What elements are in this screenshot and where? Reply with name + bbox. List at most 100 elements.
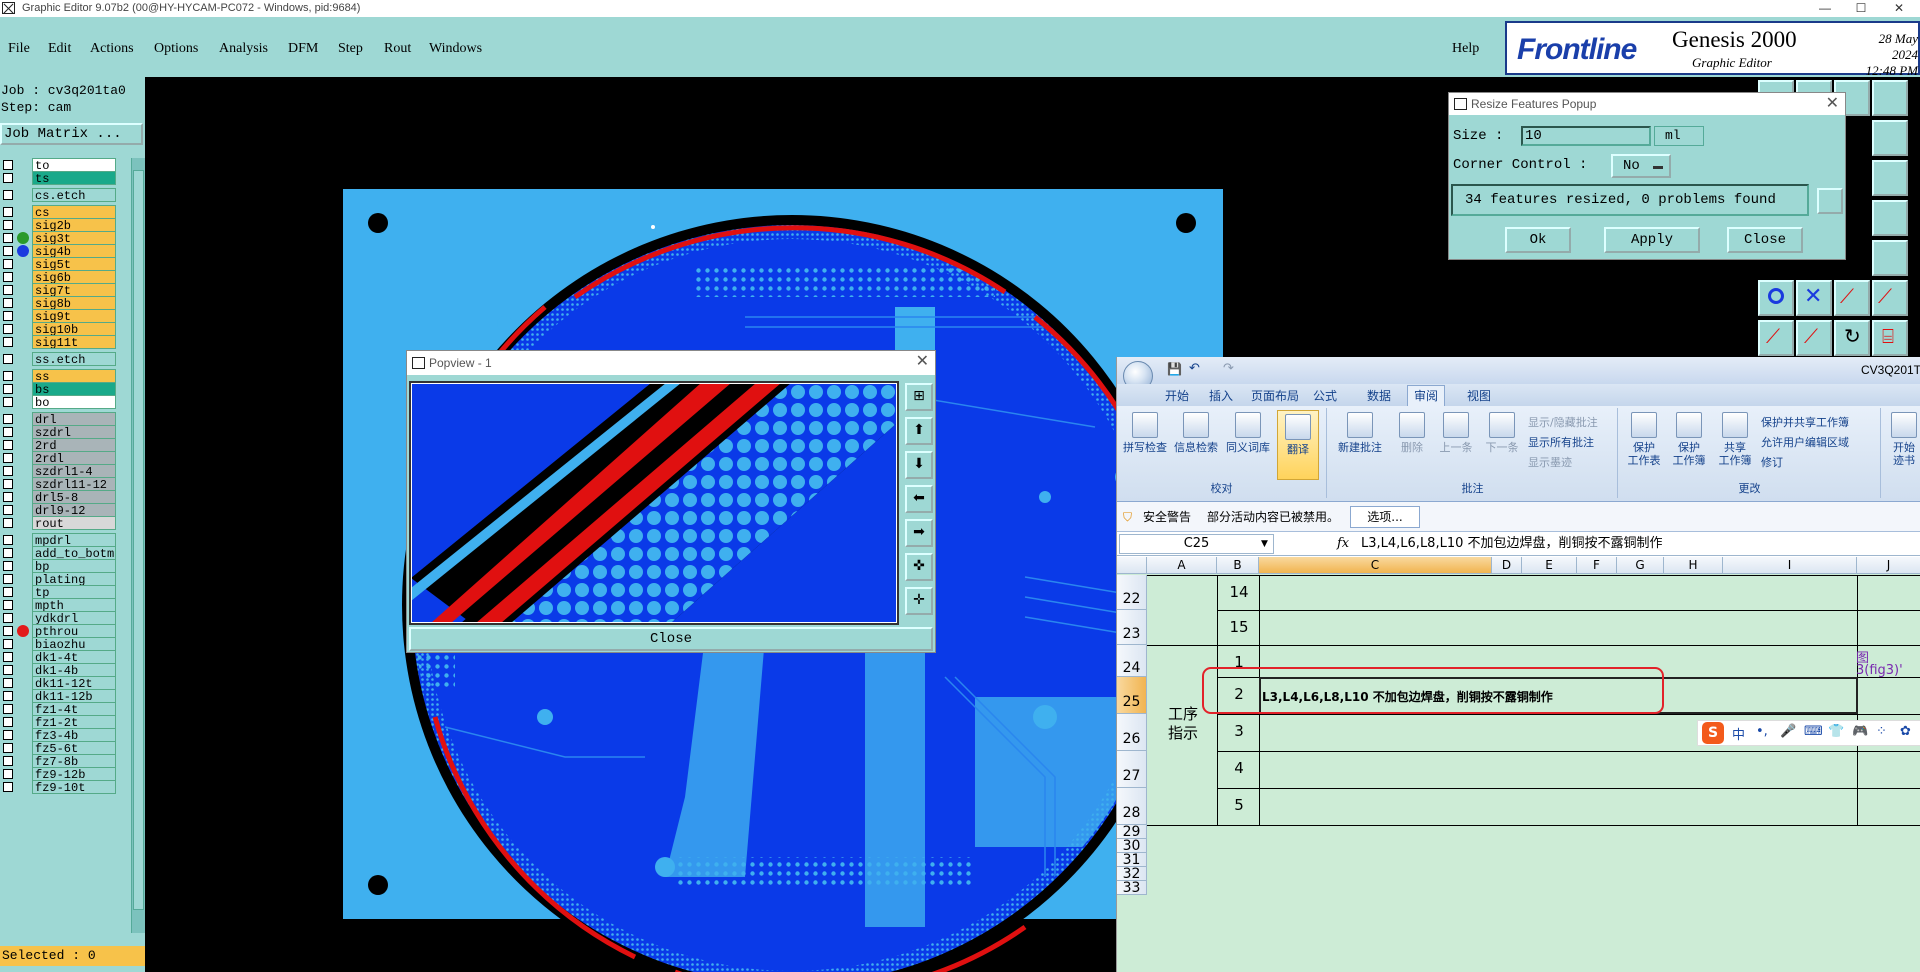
cell-b[interactable]: 4: [1219, 759, 1259, 777]
layer-checkbox[interactable]: [3, 220, 13, 230]
tool-button[interactable]: [1872, 240, 1908, 276]
layer-name[interactable]: szdrl11-12: [32, 477, 116, 491]
layer-checkbox[interactable]: [3, 652, 13, 662]
tool-button[interactable]: ⟋: [1758, 320, 1794, 356]
tool-button[interactable]: ↻: [1834, 320, 1870, 356]
layer-name[interactable]: fz9-10t: [32, 780, 116, 794]
tool-button[interactable]: ⟋: [1796, 320, 1832, 356]
layer-name[interactable]: mpth: [32, 598, 116, 612]
ribbon-tab[interactable]: 数据: [1367, 387, 1391, 404]
layer-checkbox[interactable]: [3, 427, 13, 437]
layer-row[interactable]: dk1-4t: [0, 650, 130, 664]
layer-name[interactable]: bs: [32, 382, 116, 396]
layer-row[interactable]: ydkdrl: [0, 611, 130, 625]
cell-b[interactable]: 5: [1219, 796, 1259, 814]
layer-checkbox[interactable]: [3, 207, 13, 217]
protect-sheet-button[interactable]: 保护 工作表: [1623, 412, 1665, 467]
select-all-corner[interactable]: [1117, 557, 1147, 574]
security-options-button[interactable]: 选项...: [1350, 506, 1420, 528]
row-header[interactable]: 28: [1117, 788, 1147, 825]
layer-name[interactable]: sig6b: [32, 270, 116, 284]
ime-button[interactable]: ✿: [1900, 724, 1911, 739]
layer-name[interactable]: szdrl: [32, 425, 116, 439]
layer-name[interactable]: dk1-4t: [32, 650, 116, 664]
layer-checkbox[interactable]: [3, 626, 13, 636]
size-input[interactable]: 10: [1521, 126, 1651, 146]
show-ink-button[interactable]: 显示墨迹: [1528, 454, 1572, 470]
ribbon-tab[interactable]: 开始: [1165, 387, 1189, 404]
worksheet-grid[interactable]: A B C D E F G H I J 22 14 23 15 24 1 25 2 26 3 27 4 28 5 29 30 31 3…: [1117, 557, 1920, 972]
layer-name[interactable]: dk11-12t: [32, 676, 116, 690]
close-icon[interactable]: ✕: [1884, 0, 1914, 17]
layer-checkbox[interactable]: [3, 717, 13, 727]
layer-scrollbar[interactable]: [131, 158, 145, 933]
menu-dfm[interactable]: DFM: [288, 41, 318, 57]
layer-row[interactable]: dk11-12b: [0, 689, 130, 703]
undo-icon[interactable]: ↶: [1189, 361, 1200, 376]
layer-row[interactable]: cs.etch: [0, 188, 130, 202]
layer-checkbox[interactable]: [3, 782, 13, 792]
save-icon[interactable]: 💾: [1167, 362, 1182, 376]
layer-row[interactable]: drl: [0, 412, 130, 426]
layer-row[interactable]: fz9-12b: [0, 767, 130, 781]
layer-checkbox[interactable]: [3, 518, 13, 528]
layer-checkbox[interactable]: [3, 505, 13, 515]
layer-row[interactable]: bo: [0, 395, 130, 409]
layer-name[interactable]: dk1-4b: [32, 663, 116, 677]
layer-row[interactable]: fz1-2t: [0, 715, 130, 729]
tool-button[interactable]: ⌸: [1872, 320, 1908, 356]
layer-row[interactable]: fz3-4b: [0, 728, 130, 742]
layer-row[interactable]: pthrou: [0, 624, 130, 638]
layer-name[interactable]: 2rdl: [32, 451, 116, 465]
ok-button[interactable]: Ok: [1505, 227, 1571, 253]
menu-step[interactable]: Step: [338, 41, 363, 57]
layer-name[interactable]: ss.etch: [32, 352, 116, 366]
layer-checkbox[interactable]: [3, 574, 13, 584]
layer-row[interactable]: sig9t: [0, 309, 130, 323]
layer-row[interactable]: sig4b: [0, 244, 130, 258]
layer-name[interactable]: fz3-4b: [32, 728, 116, 742]
layer-checkbox[interactable]: [3, 639, 13, 649]
close-icon[interactable]: ✕: [916, 351, 929, 373]
layer-scrollbar-thumb[interactable]: [133, 170, 144, 910]
popview-zoom-image[interactable]: [409, 381, 899, 625]
column-header[interactable]: H: [1664, 557, 1723, 574]
layer-name[interactable]: fz9-12b: [32, 767, 116, 781]
layer-name[interactable]: mpdrl: [32, 533, 116, 547]
cell-b[interactable]: 14: [1219, 583, 1259, 601]
layer-row[interactable]: rout: [0, 516, 130, 530]
column-header[interactable]: E: [1522, 557, 1577, 574]
layer-checkbox[interactable]: [3, 173, 13, 183]
popview-pan-down-button[interactable]: ⬇: [905, 451, 933, 479]
tool-button[interactable]: [1872, 200, 1908, 236]
layer-name[interactable]: sig3t: [32, 231, 116, 245]
layer-checkbox[interactable]: [3, 600, 13, 610]
menu-file[interactable]: File: [8, 41, 30, 57]
report-icon[interactable]: [1817, 188, 1843, 214]
layer-name[interactable]: drl5-8: [32, 490, 116, 504]
research-button[interactable]: 信息检索: [1171, 412, 1221, 454]
job-matrix-button[interactable]: Job Matrix ...: [0, 123, 143, 145]
share-workbook-button[interactable]: 共享 工作簿: [1713, 412, 1757, 467]
layer-name[interactable]: fz1-4t: [32, 702, 116, 716]
row-header[interactable]: 31: [1117, 853, 1147, 867]
layer-checkbox[interactable]: [3, 233, 13, 243]
layer-row[interactable]: dk11-12t: [0, 676, 130, 690]
layer-checkbox[interactable]: [3, 587, 13, 597]
layer-checkbox[interactable]: [3, 479, 13, 489]
tool-button[interactable]: [1758, 280, 1794, 316]
layer-row[interactable]: sig6b: [0, 270, 130, 284]
layer-row[interactable]: szdrl1-4: [0, 464, 130, 478]
cell-j24-line2[interactable]: 3(fig3)': [1856, 663, 1903, 678]
layer-name[interactable]: pthrou: [32, 624, 116, 638]
layer-row[interactable]: dk1-4b: [0, 663, 130, 677]
layer-row[interactable]: sig10b: [0, 322, 130, 336]
layer-row[interactable]: bs: [0, 382, 130, 396]
tool-button[interactable]: ⟋: [1834, 280, 1870, 316]
minimize-icon[interactable]: —: [1810, 0, 1840, 17]
popview-close-button[interactable]: Close: [409, 627, 933, 651]
column-header[interactable]: F: [1577, 557, 1617, 574]
layer-checkbox[interactable]: [3, 704, 13, 714]
redo-icon[interactable]: ↷: [1223, 361, 1234, 376]
ime-button[interactable]: •,: [1756, 724, 1768, 739]
